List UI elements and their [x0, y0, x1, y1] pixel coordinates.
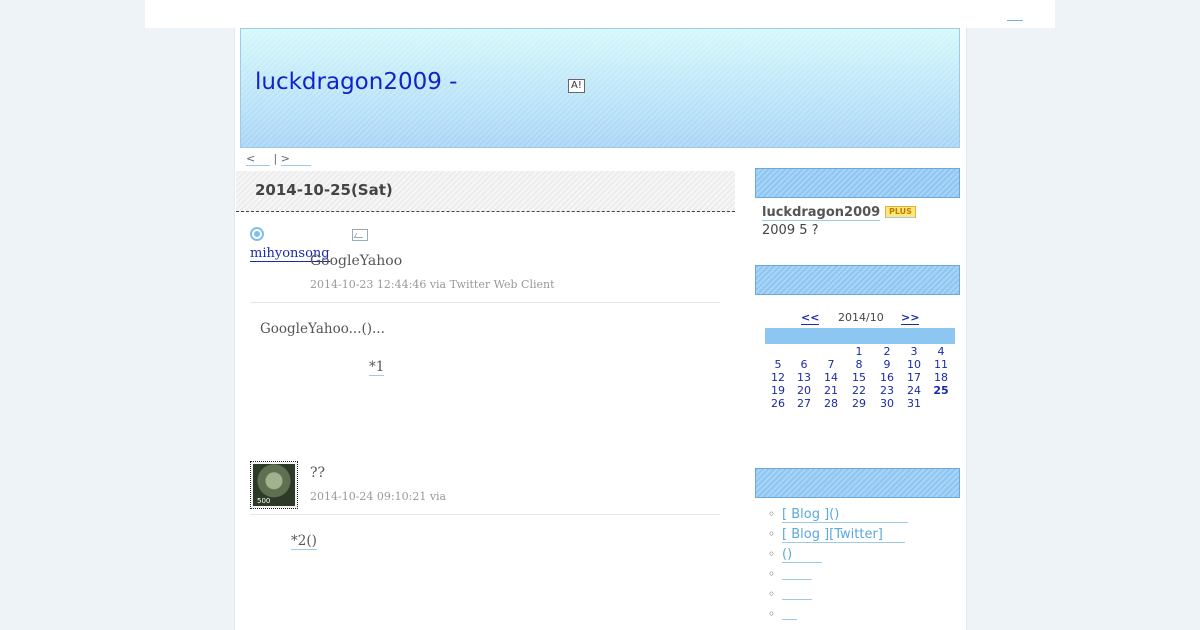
calendar-day[interactable]: 25	[928, 384, 954, 397]
stamp-value: 500	[257, 497, 271, 505]
calendar-day[interactable]: 18	[928, 371, 954, 384]
calendar-day[interactable]: 23	[874, 384, 900, 397]
calendar-day[interactable]: 10	[901, 358, 927, 371]
tweet-meta: 2014-10-23 12:44:46 via Twitter Web Clie…	[310, 278, 555, 291]
calendar-day[interactable]: 1	[846, 345, 872, 358]
image-icon	[352, 229, 368, 241]
sidebar-links-header	[755, 468, 960, 498]
calendar-day[interactable]: 26	[765, 397, 791, 410]
profile-description: 2009 5 ?	[762, 223, 819, 238]
top-bar	[145, 0, 1055, 28]
user-avatar-icon[interactable]	[250, 227, 264, 241]
calendar-day[interactable]: 7	[818, 358, 844, 371]
footnote-link[interactable]: *2()	[291, 533, 317, 550]
sidebar-calendar-header	[755, 265, 960, 295]
tweet-meta: 2014-10-24 09:10:21 via	[310, 490, 447, 503]
calendar-month: 2014/10	[838, 311, 884, 324]
tweet-body: GoogleYahoo...()...	[260, 321, 385, 337]
top-bar-link[interactable]	[1007, 6, 1023, 21]
sidebar-link-item[interactable]	[768, 567, 812, 584]
nav-separator: |	[273, 152, 278, 165]
date-header: 2014-10-25(Sat)	[236, 171, 735, 212]
plus-badge[interactable]: PLUS	[885, 206, 916, 218]
footnote-link[interactable]: *1	[369, 359, 385, 376]
calendar-day[interactable]: 16	[874, 371, 900, 384]
blog-header: luckdragon2009 - A!	[240, 28, 960, 148]
sidebar-link-item[interactable]: [ Blog ]()	[768, 507, 908, 523]
stamp-image: 500	[250, 461, 298, 509]
calendar-day[interactable]: 24	[901, 384, 927, 397]
tweet-title: GoogleYahoo	[310, 253, 403, 269]
prev-entry-link[interactable]: <	[246, 152, 270, 166]
calendar-day[interactable]: 30	[874, 397, 900, 410]
sidebar-profile-header	[755, 168, 960, 198]
calendar-prev-link[interactable]: <<	[801, 311, 820, 325]
tweet-title: ??	[310, 465, 326, 481]
divider	[250, 514, 720, 515]
calendar-day[interactable]: 11	[928, 358, 954, 371]
sidebar-link-item[interactable]: [ Blog ][Twitter]	[768, 527, 905, 543]
sidebar-link-item[interactable]	[768, 607, 797, 624]
calendar-day[interactable]: 27	[791, 397, 817, 410]
calendar-day[interactable]: 5	[765, 358, 791, 371]
calendar-day[interactable]: 17	[901, 371, 927, 384]
calendar-day[interactable]: 9	[874, 358, 900, 371]
calendar-day[interactable]: 20	[791, 384, 817, 397]
profile-name[interactable]: luckdragon2009	[762, 205, 881, 221]
calendar-weekday-header	[765, 328, 955, 344]
sidebar-link-item[interactable]: ()	[768, 547, 822, 563]
calendar-next-link[interactable]: >>	[901, 311, 920, 325]
calendar-day[interactable]: 2	[874, 345, 900, 358]
calendar-day[interactable]: 6	[791, 358, 817, 371]
ad-badge[interactable]: A!	[568, 79, 585, 93]
calendar-day[interactable]: 8	[846, 358, 872, 371]
next-entry-link[interactable]: >	[280, 152, 311, 166]
calendar-day[interactable]: 28	[818, 397, 844, 410]
calendar-day[interactable]: 4	[928, 345, 954, 358]
calendar-day[interactable]: 13	[791, 371, 817, 384]
blog-title[interactable]: luckdragon2009 -	[255, 69, 457, 95]
calendar-day[interactable]: 12	[765, 371, 791, 384]
calendar-day[interactable]: 22	[846, 384, 872, 397]
calendar-day[interactable]: 19	[765, 384, 791, 397]
calendar-day[interactable]: 21	[818, 384, 844, 397]
calendar-day[interactable]: 14	[818, 371, 844, 384]
entry-nav: < | >	[246, 152, 311, 166]
calendar-day[interactable]: 31	[901, 397, 927, 410]
sidebar-link-item[interactable]	[768, 587, 812, 604]
calendar-day[interactable]: 29	[846, 397, 872, 410]
calendar-day[interactable]: 15	[846, 371, 872, 384]
divider	[250, 302, 720, 303]
entry-date[interactable]: 2014-10-25(Sat)	[255, 181, 393, 199]
calendar-day[interactable]: 3	[901, 345, 927, 358]
